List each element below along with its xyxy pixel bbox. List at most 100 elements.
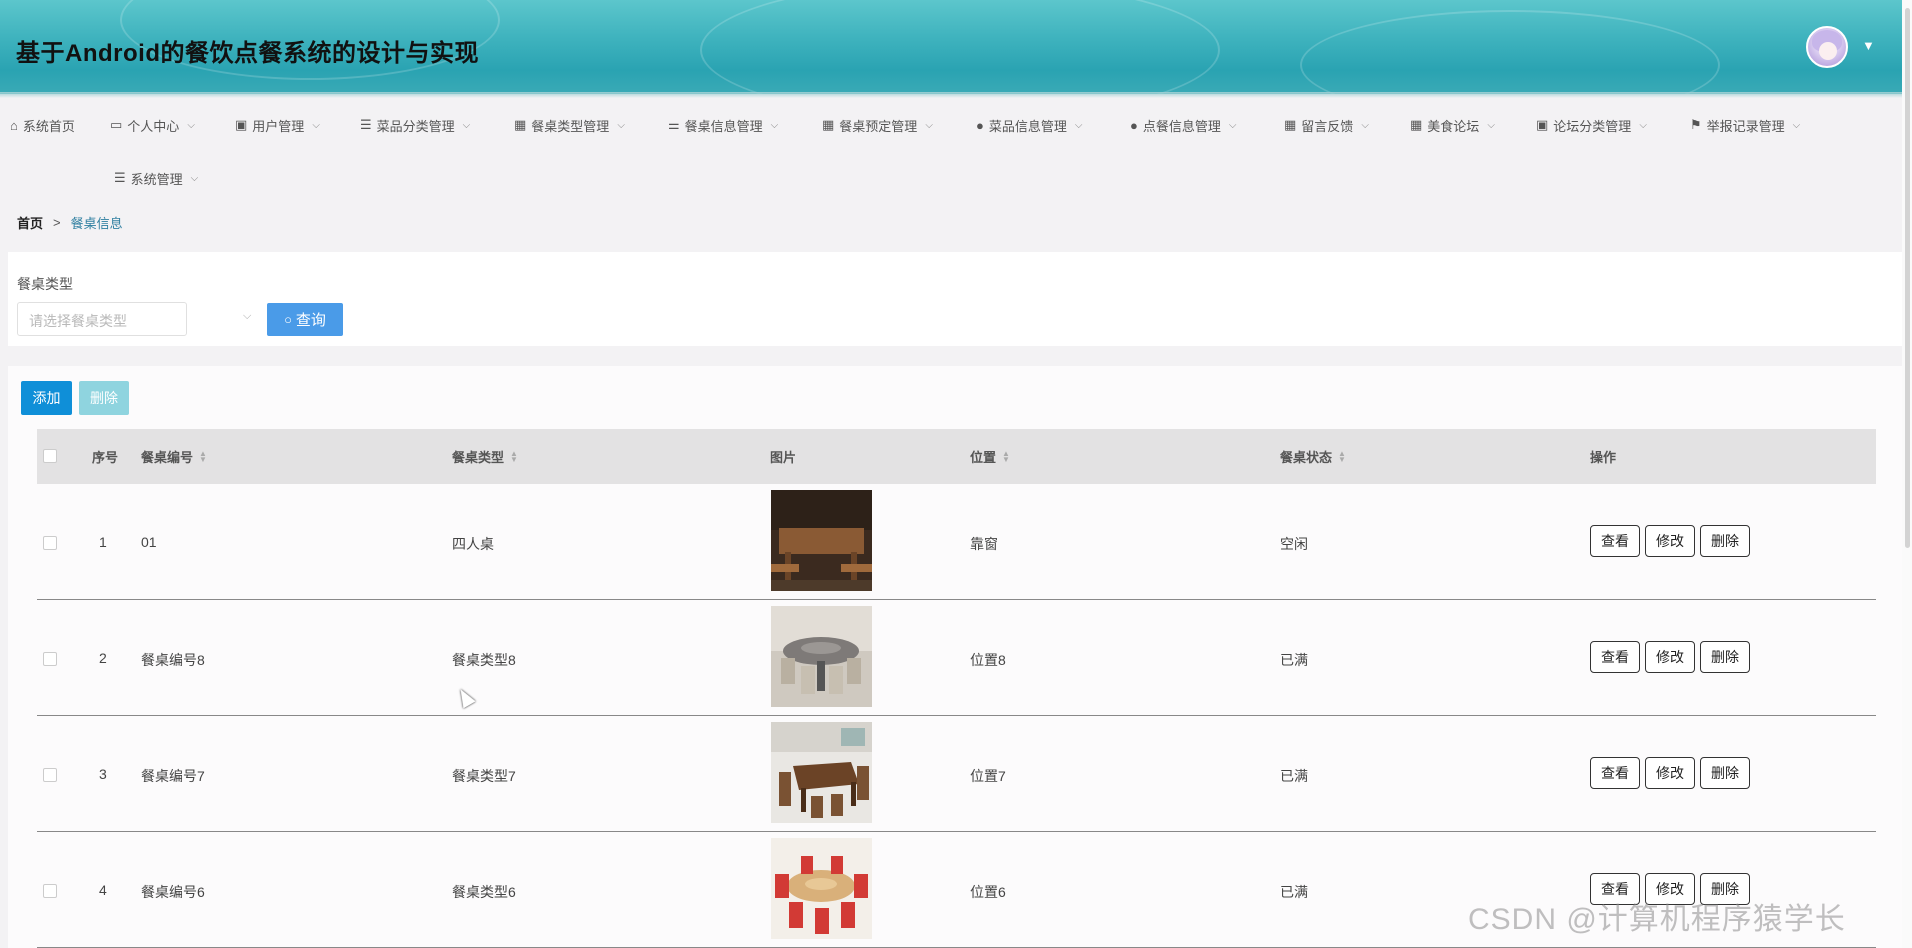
cell-location: 位置7 — [970, 768, 1006, 784]
nav-item-forum-category[interactable]: ▣ 论坛分类管理 ⌵ — [1536, 114, 1647, 136]
nav-label: 论坛分类管理 — [1553, 118, 1632, 134]
row-checkbox[interactable] — [43, 536, 57, 550]
batch-delete-button[interactable]: 删除 — [79, 381, 129, 415]
breadcrumb: 首页 > 餐桌信息 — [17, 213, 123, 232]
chevron-down-icon: ⌵ — [243, 310, 252, 322]
chevron-down-icon: ⌵ — [1228, 119, 1237, 131]
nav-item-order-info[interactable]: ● 点餐信息管理 ⌵ — [1130, 114, 1236, 136]
chevron-down-icon: ⌵ — [462, 119, 471, 131]
row-actions: 查看 修改 删除 — [1590, 641, 1755, 673]
edit-button[interactable]: 修改 — [1645, 757, 1695, 789]
chevron-down-icon: ⌵ — [770, 119, 779, 131]
column-label: 序号 — [92, 450, 119, 465]
nav-item-feedback[interactable]: ▦ 留言反馈 ⌵ — [1284, 114, 1369, 136]
nav-item-system-management[interactable]: ☰ 系统管理 ⌵ — [114, 167, 198, 189]
nav-item-table-type[interactable]: ▦ 餐桌类型管理 ⌵ — [514, 114, 625, 136]
table-row: 3 餐桌编号7 餐桌类型7 位置7 已满 查看 修改 删除 — [37, 716, 1876, 832]
table-row: 2 餐桌编号8 餐桌类型8 位置8 已满 查看 修改 删除 — [37, 600, 1876, 716]
column-header-image: 图片 — [770, 447, 796, 466]
chevron-down-icon: ⌵ — [925, 119, 933, 131]
delete-button[interactable]: 删除 — [1700, 757, 1750, 789]
caret-down-icon[interactable]: ▼ — [1862, 38, 1875, 53]
cell-status: 已满 — [1280, 768, 1308, 784]
select-all-checkbox[interactable] — [43, 449, 57, 463]
table-header: 序号 餐桌编号 ▲ ▼ 餐桌类型 ▲ ▼ 图片 位置 ▲ ▼ 餐桌状态 ▲ ▼ 操作 — [37, 429, 1876, 484]
nav-item-report-records[interactable]: ⚑ 举报记录管理 ⌵ — [1690, 114, 1800, 136]
breadcrumb-separator: > — [53, 215, 61, 230]
nav-item-table-reservation[interactable]: ▦ 餐桌预定管理 ⌵ — [822, 114, 933, 136]
row-checkbox[interactable] — [43, 884, 57, 898]
chevron-down-icon: ⌵ — [187, 119, 195, 131]
chevron-down-icon: ⌵ — [617, 119, 625, 131]
sort-icon[interactable]: ▲ ▼ — [510, 449, 518, 463]
column-header-location[interactable]: 位置 ▲ ▼ — [970, 447, 1010, 466]
table-image — [771, 838, 872, 939]
table-type-select[interactable]: 请选择餐桌类型 ⌵ — [17, 302, 251, 336]
cell-code: 餐桌编号8 — [141, 652, 205, 668]
column-header-status[interactable]: 餐桌状态 ▲ ▼ — [1280, 447, 1346, 466]
view-button[interactable]: 查看 — [1590, 525, 1640, 557]
water-ripple-decoration — [1300, 10, 1720, 94]
nav-label: 餐桌信息管理 — [684, 118, 763, 134]
sort-icon[interactable]: ▲ ▼ — [1338, 449, 1346, 463]
nav-item-table-info[interactable]: ⚌ 餐桌信息管理 ⌵ — [668, 114, 778, 136]
clipboard-icon: ▣ — [235, 117, 248, 132]
cell-status: 已满 — [1280, 652, 1308, 668]
nav-label: 点餐信息管理 — [1142, 118, 1221, 134]
home-icon: ⌂ — [10, 117, 18, 133]
chevron-down-icon: ⌵ — [1361, 119, 1369, 131]
table-image — [771, 606, 872, 707]
column-header-code[interactable]: 餐桌编号 ▲ ▼ — [141, 447, 207, 466]
nav-label: 餐桌预定管理 — [839, 118, 918, 134]
nav-item-dish-info[interactable]: ● 菜品信息管理 ⌵ — [976, 114, 1082, 136]
nav-item-personal-center[interactable]: ▭ 个人中心 ⌵ — [110, 114, 195, 136]
view-button[interactable]: 查看 — [1590, 641, 1640, 673]
watermark: CSDN @计算机程序猿学长 — [1468, 903, 1846, 936]
delete-button[interactable]: 删除 — [1700, 525, 1750, 557]
search-label: 餐桌类型 — [17, 276, 73, 292]
cell-index: 3 — [99, 766, 107, 782]
scrollbar-thumb[interactable] — [1905, 8, 1910, 548]
nav-label: 菜品信息管理 — [988, 118, 1067, 134]
cell-code: 餐桌编号6 — [141, 884, 205, 900]
nav-label: 系统管理 — [130, 171, 183, 187]
user-avatar[interactable] — [1806, 26, 1848, 68]
nav-label: 餐桌类型管理 — [531, 118, 610, 134]
edit-button[interactable]: 修改 — [1645, 525, 1695, 557]
list-icon: ☰ — [114, 170, 126, 185]
cell-status: 空闲 — [1280, 536, 1308, 552]
sort-icon[interactable]: ▲ ▼ — [199, 449, 207, 463]
app-title: 基于Android的餐饮点餐系统的设计与实现 — [16, 40, 479, 67]
delete-button[interactable]: 删除 — [1700, 641, 1750, 673]
column-header-type[interactable]: 餐桌类型 ▲ ▼ — [452, 447, 518, 466]
row-checkbox[interactable] — [43, 768, 57, 782]
edit-button[interactable]: 修改 — [1645, 641, 1695, 673]
flag-icon: ⚑ — [1690, 117, 1702, 132]
grid-icon: ▦ — [514, 117, 527, 132]
row-checkbox[interactable] — [43, 652, 57, 666]
nav-item-home[interactable]: ⌂ 系统首页 — [10, 114, 75, 136]
row-actions: 查看 修改 删除 — [1590, 525, 1755, 557]
chevron-down-icon: ⌵ — [1487, 119, 1495, 131]
add-button[interactable]: 添加 — [21, 381, 72, 415]
search-icon: ○ — [284, 312, 292, 327]
nav-item-food-forum[interactable]: ▦ 美食论坛 ⌵ — [1410, 114, 1495, 136]
column-label: 操作 — [1590, 450, 1617, 465]
sliders-icon: ⚌ — [668, 117, 680, 132]
view-button[interactable]: 查看 — [1590, 757, 1640, 789]
breadcrumb-home[interactable]: 首页 — [17, 213, 43, 232]
sort-icon[interactable]: ▲ ▼ — [1002, 449, 1010, 463]
nav-item-dish-category[interactable]: ☰ 菜品分类管理 ⌵ — [360, 114, 470, 136]
cell-index: 4 — [99, 882, 107, 898]
person-icon: ● — [1130, 117, 1138, 133]
chevron-down-icon: ⌵ — [1792, 119, 1801, 131]
column-label: 图片 — [770, 450, 797, 465]
chevron-down-icon: ⌵ — [312, 119, 320, 131]
column-label: 位置 — [970, 450, 997, 465]
user-center-icon: ▭ — [110, 117, 123, 132]
table-row: 1 01 四人桌 靠窗 空闲 查看 修改 删除 — [37, 484, 1876, 600]
nav-item-user-management[interactable]: ▣ 用户管理 ⌵ — [235, 114, 320, 136]
cell-code: 01 — [141, 534, 157, 550]
nav-label: 美食论坛 — [1427, 118, 1480, 134]
search-button[interactable]: ○ 查询 — [267, 303, 343, 336]
